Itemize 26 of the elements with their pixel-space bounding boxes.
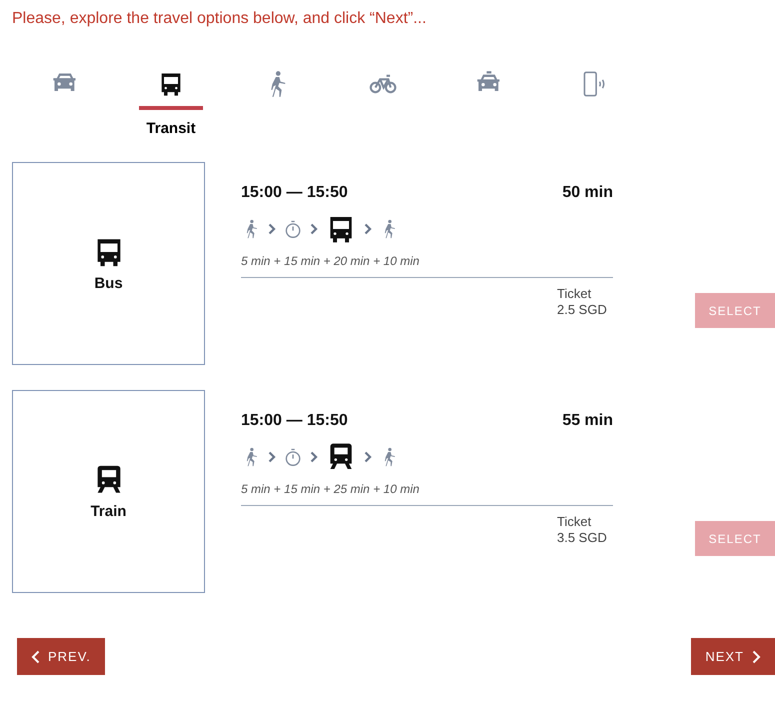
mode-tab[interactable]: Transit (118, 70, 224, 137)
chevron-icon (310, 451, 318, 463)
stopwatch-icon (283, 219, 303, 239)
chevron-icon (310, 223, 318, 235)
chevron-left-icon (31, 650, 40, 664)
time-range: 15:00 — 15:50 (241, 184, 348, 202)
ticket-price: 3.5 SGD (557, 530, 607, 546)
chevron-icon (268, 223, 276, 235)
option-name: Train (90, 503, 126, 520)
duration-text: 50 min (562, 184, 613, 202)
option-name: Bus (94, 275, 123, 292)
next-button[interactable]: NEXT (691, 638, 775, 675)
instruction-text: Please, explore the travel options below, and click “Next”... (12, 9, 428, 28)
chevron-right-icon (752, 650, 761, 664)
ticket-price: 2.5 SGD (557, 302, 607, 318)
leg-times-text: 5 min + 15 min + 25 min + 10 min (241, 482, 420, 496)
leg-times-text: 5 min + 15 min + 20 min + 10 min (241, 254, 420, 268)
ticket-label: Ticket (557, 286, 592, 302)
chevron-icon (364, 223, 372, 235)
ticket-label: Ticket (557, 514, 592, 530)
stopwatch-icon (283, 447, 303, 467)
time-range: 15:00 — 15:50 (241, 412, 348, 430)
chevron-icon (364, 451, 372, 463)
chevron-icon (268, 451, 276, 463)
prev-button[interactable]: PREV. (17, 638, 105, 675)
duration-text: 55 min (562, 412, 613, 430)
